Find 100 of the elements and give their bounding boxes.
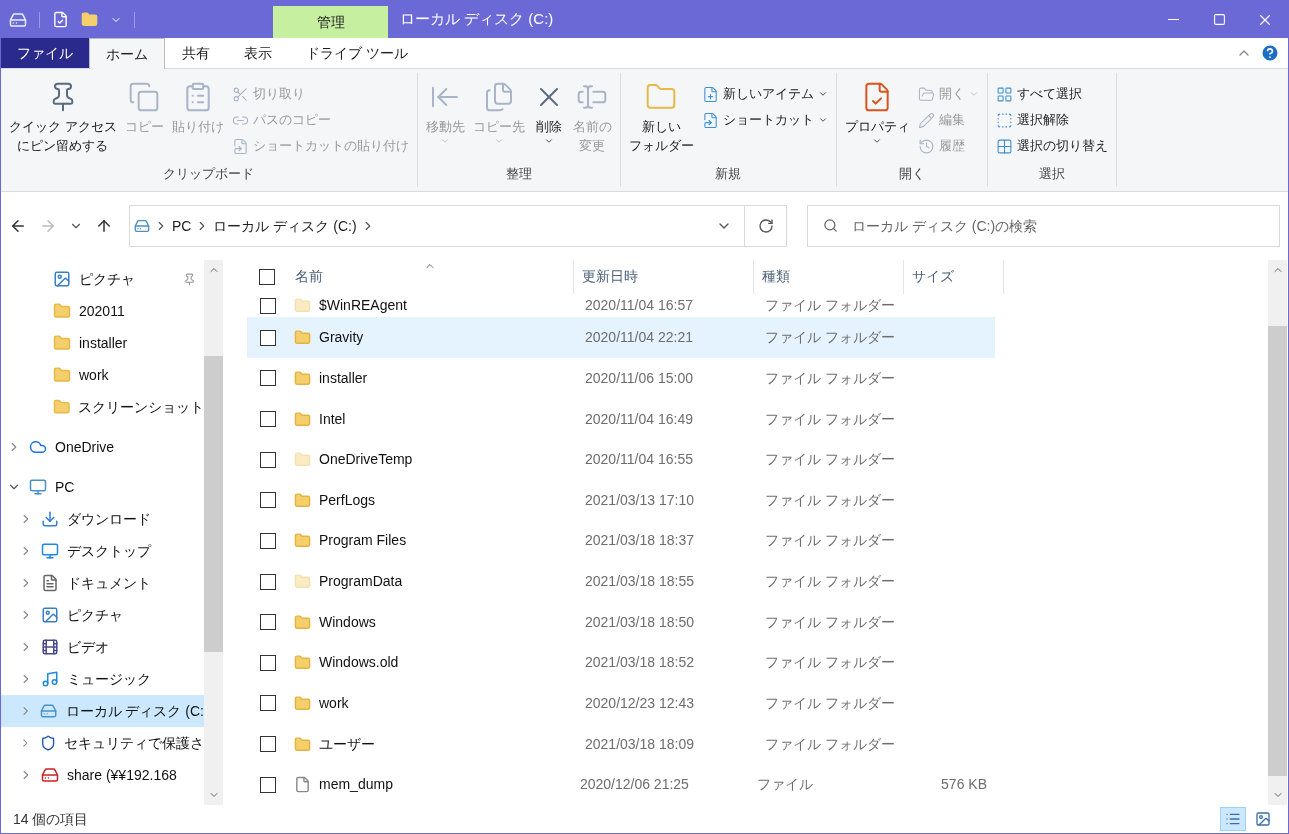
select-all-checkbox[interactable] — [259, 268, 275, 285]
file-row[interactable]: $WinREAgent 2020/11/04 16:57 ファイル フォルダー — [247, 293, 995, 318]
grid-icon — [995, 85, 1013, 103]
row-checkbox[interactable] — [260, 695, 276, 712]
ribbon-tab[interactable]: ホーム — [89, 38, 165, 69]
row-checkbox[interactable] — [260, 736, 276, 753]
search-field[interactable]: ローカル ディスク (C:)の検索 — [807, 205, 1280, 247]
file-row[interactable]: Windows.old 2021/03/18 18:52 ファイル フォルダー — [247, 642, 995, 684]
row-checkbox[interactable] — [260, 614, 276, 631]
column-header[interactable]: 更新日時 — [574, 260, 754, 294]
file-type: ファイル フォルダー — [764, 409, 896, 429]
caret-icon — [872, 136, 883, 146]
modified-date: 2020/12/06 21:25 — [578, 775, 690, 795]
row-checkbox[interactable] — [260, 451, 276, 468]
address-bar[interactable]: PC ローカル ディスク (C:) — [129, 205, 787, 247]
row-checkbox[interactable] — [260, 411, 276, 428]
file-row[interactable]: Program Files 2021/03/18 18:37 ファイル フォルダー — [247, 520, 995, 562]
details-view-button[interactable] — [1220, 807, 1246, 831]
folder-icon — [294, 573, 311, 591]
file-row[interactable]: PerfLogs 2021/03/13 17:10 ファイル フォルダー — [247, 479, 995, 521]
ribbon-button[interactable]: 削除 — [528, 77, 569, 164]
row-checkbox[interactable] — [260, 573, 276, 590]
nav-item[interactable]: ダウンロード — [1, 503, 204, 535]
refresh-icon[interactable] — [757, 218, 774, 234]
modified-date: 2021/03/13 17:10 — [584, 490, 695, 510]
ribbon-tab[interactable]: 表示 — [227, 38, 289, 68]
ribbon-tab[interactable]: ファイル — [1, 38, 89, 68]
nav-item[interactable]: 202011 — [1, 295, 204, 327]
breadcrumb[interactable]: ローカル ディスク (C:) — [213, 215, 357, 237]
folder-icon — [52, 398, 70, 416]
pencil-icon — [917, 111, 935, 129]
row-checkbox[interactable] — [260, 532, 276, 549]
file-row[interactable]: ProgramData 2021/03/18 18:55 ファイル フォルダー — [247, 561, 995, 602]
dashed-grid-icon — [995, 111, 1013, 129]
ribbon-button[interactable]: 選択解除 — [991, 107, 1112, 133]
nav-item[interactable]: ピクチャ — [1, 263, 204, 295]
ribbon-button[interactable]: 新しいアイテム — [697, 81, 832, 107]
nav-item[interactable]: ミュージック — [1, 663, 204, 695]
maximize-icon — [1212, 13, 1226, 26]
folder-icon — [294, 369, 311, 387]
file-row[interactable]: work 2020/12/23 12:43 ファイル フォルダー — [247, 683, 995, 724]
row-checkbox[interactable] — [260, 370, 276, 387]
file-name: Gravity — [319, 328, 364, 348]
folder-icon — [53, 334, 71, 352]
nav-item[interactable]: スクリーンショット — [1, 391, 204, 423]
ribbon-button[interactable]: 選択の切り替え — [991, 133, 1112, 159]
file-row[interactable]: Gravity 2020/11/04 22:21 ファイル フォルダー — [247, 317, 995, 359]
column-header[interactable]: 種類 — [754, 260, 904, 294]
file-type: ファイル フォルダー — [764, 531, 896, 551]
nav-item[interactable]: installer — [1, 327, 204, 359]
ribbon-tab[interactable]: 共有 — [165, 38, 227, 68]
ribbon-button[interactable]: 新しい フォルダー — [624, 77, 698, 164]
file-name: ユーザー — [319, 734, 375, 754]
search-icon — [823, 218, 838, 233]
check-document-icon[interactable] — [52, 11, 69, 28]
ribbon-button[interactable]: クイック アクセス にピン留めする — [5, 77, 121, 164]
nav-item[interactable]: PC — [1, 471, 204, 503]
nav-item[interactable]: セキュリティで保護さ — [1, 727, 204, 759]
file-row[interactable]: Intel 2020/11/04 16:49 ファイル フォルダー — [247, 398, 995, 440]
ribbon-tab[interactable]: ドライブ ツール — [289, 38, 425, 68]
column-header[interactable]: サイズ — [904, 260, 1004, 294]
nav-item[interactable]: OneDrive — [1, 431, 204, 463]
nav-item[interactable]: ピクチャ — [1, 599, 204, 631]
row-checkbox[interactable] — [260, 297, 276, 314]
file-row[interactable]: installer 2020/11/06 15:00 ファイル フォルダー — [247, 358, 995, 399]
back-icon[interactable] — [9, 217, 27, 235]
row-checkbox[interactable] — [260, 492, 276, 509]
scissors-icon — [231, 85, 249, 103]
file-row[interactable]: ユーザー 2021/03/18 18:09 ファイル フォルダー — [247, 723, 995, 765]
file-row[interactable]: mem_dump 2020/12/06 21:25 ファイル 576 KB — [247, 764, 995, 805]
folder-icon — [294, 410, 311, 428]
ribbon-button[interactable]: ショートカット — [697, 107, 832, 133]
folder-icon[interactable] — [81, 11, 98, 28]
file-row[interactable]: Windows 2021/03/18 18:50 ファイル フォルダー — [247, 601, 995, 643]
breadcrumb[interactable]: PC — [172, 215, 192, 237]
nav-item[interactable]: work — [1, 359, 204, 391]
ribbon-button[interactable]: すべて選択 — [991, 81, 1112, 107]
folder-icon — [294, 735, 311, 753]
copy-icon — [128, 81, 161, 113]
nav-item[interactable]: ローカル ディスク (C: — [1, 695, 204, 727]
row-checkbox[interactable] — [260, 329, 276, 346]
column-header[interactable]: 名前 — [287, 260, 574, 294]
row-checkbox[interactable] — [260, 776, 276, 793]
nav-item[interactable]: share (¥¥192.168 — [1, 759, 204, 791]
nav-item[interactable]: デスクトップ — [1, 535, 204, 567]
file-name: Windows.old — [319, 653, 399, 673]
file-type: ファイル フォルダー — [764, 368, 896, 388]
download-arrow-icon — [41, 510, 59, 528]
help-icon[interactable] — [1260, 43, 1280, 63]
list-icon — [1225, 811, 1241, 827]
modified-date: 2021/03/18 18:37 — [584, 531, 695, 551]
picture-icon — [1255, 811, 1271, 827]
nav-item[interactable]: ドキュメント — [1, 567, 204, 599]
row-checkbox[interactable] — [260, 654, 276, 671]
up-icon[interactable] — [95, 217, 113, 235]
nav-item[interactable]: ビデオ — [1, 631, 204, 663]
ribbon-button[interactable]: プロパティ — [840, 77, 914, 164]
modified-date: 2020/11/06 15:00 — [584, 368, 694, 388]
file-row[interactable]: OneDriveTemp 2020/11/04 16:55 ファイル フォルダー — [247, 439, 995, 480]
folder-icon — [294, 329, 311, 347]
